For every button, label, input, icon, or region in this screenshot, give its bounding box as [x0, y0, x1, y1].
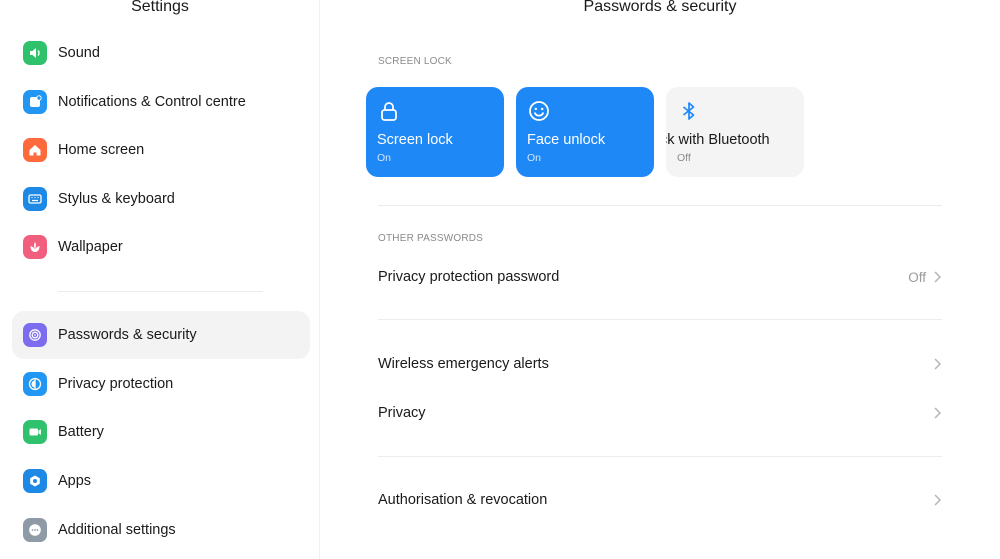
shield-icon — [23, 372, 47, 396]
row-label: Authorisation & revocation — [378, 492, 548, 508]
notification-icon — [23, 90, 47, 114]
privacy-protection-password-row[interactable]: Privacy protection password Off — [378, 257, 942, 297]
more-icon — [23, 518, 47, 542]
tile-name: Screen lock — [377, 132, 453, 148]
divider — [378, 456, 942, 457]
sidebar-item-label: Battery — [58, 424, 104, 440]
sidebar-item-sound[interactable]: Sound — [12, 29, 310, 77]
chevron-right-icon — [934, 494, 942, 506]
divider — [378, 319, 942, 320]
section-label-other-passwords: OTHER PASSWORDS — [378, 233, 484, 244]
gear-icon — [23, 469, 47, 493]
home-icon — [23, 138, 47, 162]
sidebar-item-label: Stylus & keyboard — [58, 191, 175, 207]
sidebar-divider — [58, 291, 263, 292]
tile-name: ck with Bluetooth — [666, 132, 770, 148]
sidebar-item-label: Sound — [58, 45, 100, 61]
page-title: Passwords & security — [583, 0, 737, 15]
bluetooth-icon — [682, 102, 695, 120]
sidebar-item-label: Privacy protection — [58, 376, 174, 392]
chevron-right-icon — [934, 407, 942, 419]
target-icon — [23, 323, 47, 347]
section-label-screen-lock: SCREEN LOCK — [378, 56, 452, 67]
sidebar-item-label: Home screen — [58, 142, 145, 158]
sidebar-item-label: Additional settings — [58, 522, 176, 538]
sidebar-item-apps[interactable]: Apps — [12, 457, 310, 505]
chevron-right-icon — [934, 358, 942, 370]
passwords-security-panel: Passwords & security SCREEN LOCK Screen … — [320, 0, 1000, 559]
sidebar-item-home-screen[interactable]: Home screen — [12, 126, 310, 174]
sidebar-title: Settings — [131, 0, 189, 15]
sidebar-item-wallpaper[interactable]: Wallpaper — [12, 223, 310, 271]
tile-status: Off — [677, 152, 691, 164]
sidebar-item-battery[interactable]: Battery — [12, 408, 310, 456]
battery-icon — [23, 420, 47, 444]
bluetooth-unlock-tile[interactable]: ck with Bluetooth Off — [666, 87, 804, 177]
sidebar-item-stylus-keyboard[interactable]: Stylus & keyboard — [12, 175, 310, 223]
face-icon — [529, 101, 549, 121]
flower-icon — [23, 235, 47, 259]
tile-name: Face unlock — [527, 132, 606, 148]
row-label: Privacy protection password — [378, 269, 560, 285]
tile-status: On — [527, 152, 542, 164]
settings-sidebar: Settings Sound Notifications & Control c… — [0, 0, 320, 559]
lock-icon — [381, 102, 397, 121]
sidebar-item-label: Apps — [58, 473, 92, 489]
keyboard-icon — [23, 187, 47, 211]
divider — [378, 205, 942, 206]
sidebar-item-passwords-security[interactable]: Passwords & security — [12, 311, 310, 359]
face-unlock-tile[interactable]: Face unlock On — [516, 87, 654, 177]
tile-status: On — [377, 152, 392, 164]
wireless-emergency-alerts-row[interactable]: Wireless emergency alerts — [378, 344, 942, 384]
sidebar-item-additional-settings[interactable]: Additional settings — [12, 506, 310, 554]
speaker-icon — [23, 41, 47, 65]
privacy-row[interactable]: Privacy — [378, 393, 942, 433]
screen-lock-tile[interactable]: Screen lock On — [366, 87, 504, 177]
chevron-right-icon — [934, 271, 942, 283]
sidebar-item-notifications[interactable]: Notifications & Control centre — [12, 78, 310, 126]
authorisation-revocation-row[interactable]: Authorisation & revocation — [378, 480, 942, 520]
row-value: Off — [908, 269, 926, 285]
sidebar-item-label: Wallpaper — [58, 239, 123, 255]
row-label: Wireless emergency alerts — [378, 356, 549, 372]
sidebar-item-label: Passwords & security — [58, 327, 197, 343]
sidebar-item-label: Notifications & Control centre — [58, 94, 246, 110]
sidebar-item-privacy-protection[interactable]: Privacy protection — [12, 360, 310, 408]
row-label: Privacy — [378, 405, 426, 421]
